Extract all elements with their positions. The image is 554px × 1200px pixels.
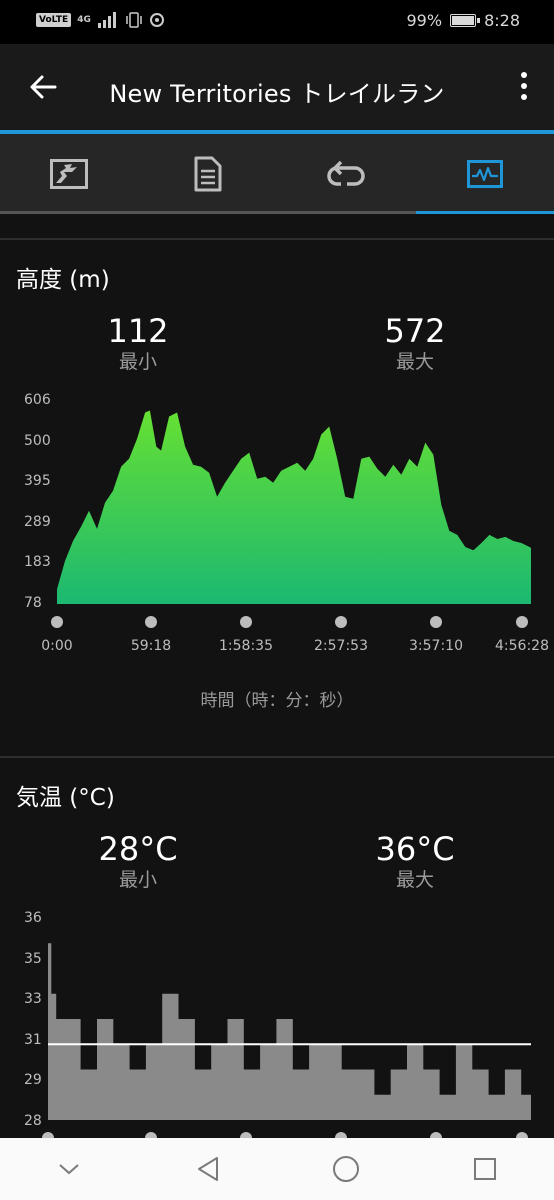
- tab-graphs[interactable]: [415, 134, 554, 214]
- elevation-x-tick-marker: [145, 616, 157, 628]
- temperature-y-tick: 33: [24, 991, 42, 1007]
- sync-icon: [149, 13, 164, 27]
- elevation-max: 572 最大: [335, 312, 495, 374]
- status-bar: VoLTE 4G 99% 8:28: [0, 0, 554, 44]
- elevation-y-tick: 183: [24, 554, 51, 570]
- elevation-min-value: 112: [107, 312, 169, 350]
- elevation-x-tick-marker: [516, 616, 528, 628]
- elevation-area-series: [57, 410, 531, 604]
- chevron-down-icon: [59, 1164, 79, 1175]
- temperature-max-value: 36°C: [375, 830, 455, 868]
- app-bar: New Territories トレイルラン: [0, 44, 554, 130]
- square-recents-icon: [473, 1158, 496, 1180]
- section-divider: [0, 756, 554, 758]
- battery-icon: [450, 14, 481, 27]
- map-icon: [50, 159, 89, 189]
- laps-icon: [327, 160, 365, 186]
- elevation-x-tick-marker: [51, 616, 63, 628]
- vibrate-icon: [126, 12, 142, 28]
- temperature-y-tick: 28: [24, 1112, 42, 1129]
- temperature-y-tick: 35: [24, 950, 42, 967]
- status-icons-right: 99% 8:28: [407, 11, 521, 30]
- temperature-y-tick: 29: [24, 1072, 42, 1088]
- elevation-title: 高度 (m): [16, 267, 110, 293]
- elevation-x-tick: 0:00: [41, 638, 73, 654]
- elevation-y-tick: 78: [24, 594, 42, 611]
- more-vert-icon: [521, 72, 527, 78]
- tab-map[interactable]: [0, 134, 139, 214]
- elevation-y-tick: 289: [24, 513, 51, 530]
- clock: 8:28: [484, 11, 520, 30]
- temperature-y-tick: 31: [24, 1031, 42, 1048]
- elevation-y-tick: 395: [24, 473, 51, 489]
- temperature-area-series: [48, 943, 531, 1120]
- tab-details[interactable]: [138, 134, 277, 214]
- elevation-max-label: 最大: [395, 351, 434, 373]
- elevation-min-label: 最小: [118, 351, 157, 373]
- elevation-x-tick: 4:56:28: [495, 638, 549, 654]
- elevation-x-tick-marker: [335, 616, 347, 628]
- temperature-chart: [48, 943, 531, 1120]
- elevation-x-tick-marker: [240, 616, 252, 628]
- signal-icon: [97, 12, 116, 28]
- elevation-x-tick-marker: [430, 616, 442, 628]
- temperature-title: 気温 (°C): [16, 785, 115, 811]
- elevation-x-tick: 2:57:53: [314, 638, 368, 654]
- more-vert-button[interactable]: [516, 72, 532, 104]
- elevation-max-value: 572: [384, 312, 446, 350]
- elevation-x-tick: 59:18: [130, 638, 172, 654]
- temperature-y-tick: 36: [24, 910, 42, 926]
- elevation-x-axis-label: 時間（時：分：秒）: [200, 691, 354, 711]
- temperature-min: 28°C 最小: [58, 830, 218, 892]
- volte-badge: VoLTE: [36, 13, 72, 27]
- elevation-x-tick: 3:57:10: [409, 638, 463, 654]
- elevation-chart: [57, 410, 531, 604]
- battery-percent: 99%: [406, 11, 443, 30]
- temperature-max: 36°C 最大: [335, 830, 495, 892]
- nav-recents-button[interactable]: [455, 1144, 515, 1194]
- nav-back-button[interactable]: [178, 1144, 238, 1194]
- elevation-min: 112 最小: [58, 312, 218, 374]
- temperature-min-label: 最小: [118, 869, 157, 891]
- temperature-max-label: 最大: [395, 869, 434, 891]
- network-type: 4G: [77, 15, 91, 25]
- status-icons-left: VoLTE 4G: [36, 12, 165, 28]
- elevation-y-tick: 500: [24, 432, 51, 449]
- tab-bar: [0, 134, 554, 214]
- temperature-min-value: 28°C: [98, 830, 178, 868]
- page-title: New Territories トレイルラン: [109, 80, 445, 108]
- elevation-y-tick: 606: [24, 392, 51, 408]
- section-divider: [0, 238, 554, 240]
- elevation-x-tick: 1:58:35: [219, 638, 273, 654]
- graphs-content[interactable]: 高度 (m) 112 最小 572 最大 時間（時：分：秒） 気温 (°C) 2…: [0, 214, 554, 1138]
- triangle-back-icon: [197, 1157, 218, 1181]
- document-icon: [194, 156, 222, 192]
- tab-laps[interactable]: [277, 134, 416, 214]
- nav-home-button[interactable]: [316, 1144, 376, 1194]
- circle-home-icon: [333, 1156, 360, 1182]
- hide-nav-button[interactable]: [39, 1144, 99, 1194]
- system-nav-bar: [0, 1138, 554, 1200]
- graph-icon: [466, 160, 503, 188]
